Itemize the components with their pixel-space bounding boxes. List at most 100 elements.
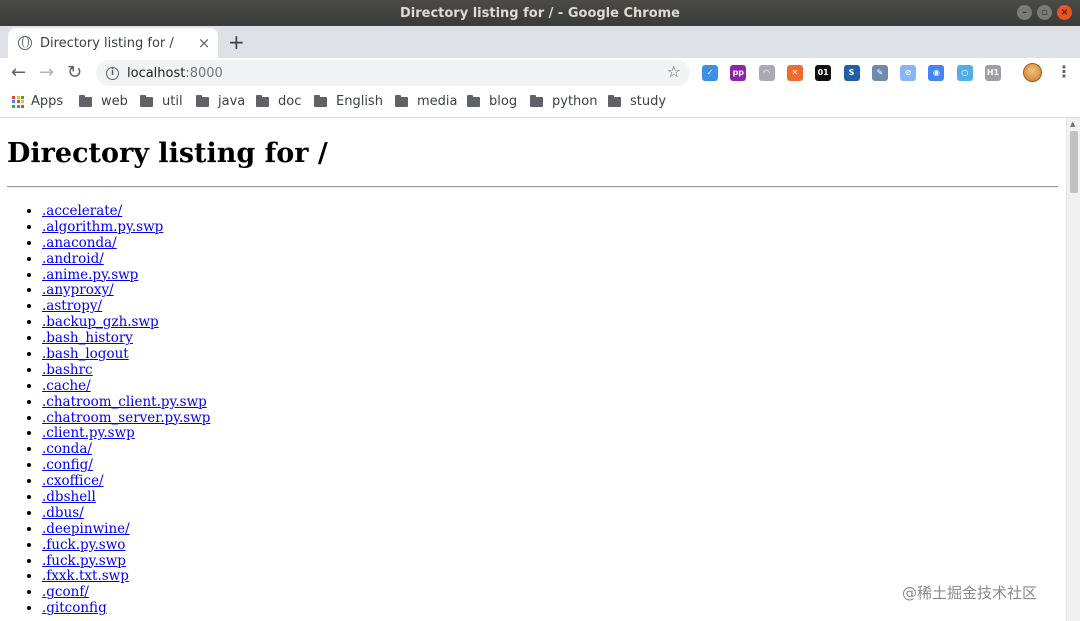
window-title: Directory listing for / - Google Chrome (399, 5, 680, 21)
globe-icon (18, 36, 32, 50)
directory-entry-link[interactable]: .dbus/ (42, 505, 84, 521)
bookmark-folder-doc[interactable]: doc (256, 94, 301, 109)
directory-entry-link[interactable]: .anaconda/ (42, 235, 117, 251)
window-titlebar: Directory listing for / - Google Chrome … (0, 0, 1080, 26)
folder-icon (314, 94, 327, 107)
chrome-ext-icon[interactable]: ◉ (928, 65, 945, 81)
menu-icon[interactable]: ⋮ (1056, 62, 1072, 81)
directory-entry-link[interactable]: .chatroom_client.py.swp (42, 394, 207, 410)
bookmark-label: Apps (31, 94, 64, 109)
bookmark-star-icon[interactable]: ☆ (667, 62, 681, 81)
list-item: .algorithm.py.swp (42, 219, 210, 236)
divider (7, 186, 1058, 188)
new-tab-button[interactable]: + (228, 30, 245, 54)
directory-entry-link[interactable]: .dbshell (42, 489, 96, 505)
directory-entry-link[interactable]: .bashrc (42, 362, 93, 378)
info-icon[interactable]: i (106, 66, 119, 80)
folder-icon (140, 94, 153, 107)
ring-ext-icon[interactable]: ○ (956, 65, 973, 81)
list-item: .backup_gzh.swp (42, 314, 210, 331)
directory-entry-link[interactable]: .bash_history (42, 330, 133, 346)
watermark: @稀土掘金技术社区 (902, 584, 1038, 602)
reload-button[interactable]: ↻ (67, 62, 82, 84)
directory-entry-link[interactable]: .conda/ (42, 441, 92, 457)
directory-entry-link[interactable]: .cache/ (42, 378, 91, 394)
tab-title: Directory listing for / (40, 35, 174, 51)
directory-entry-link[interactable]: .gconf/ (42, 584, 89, 600)
list-item: .fuck.py.swo (42, 537, 210, 554)
bookmark-label: English (336, 94, 383, 109)
directory-entry-link[interactable]: .cxoffice/ (42, 473, 104, 489)
list-item: .anime.py.swp (42, 267, 210, 284)
maximize-button[interactable]: ▫ (1037, 5, 1052, 20)
directory-entry-link[interactable]: .client.py.swp (42, 425, 135, 442)
h1-ext-icon[interactable]: H1 (985, 65, 1001, 81)
bookmark-folder-python[interactable]: python (530, 94, 597, 109)
binary-ext-icon[interactable]: 01 (815, 65, 832, 81)
list-item: .bashrc (42, 362, 210, 379)
list-item: .dbshell (42, 489, 210, 506)
list-item: .anaconda/ (42, 235, 210, 252)
directory-entry-link[interactable]: .gitconfig (42, 600, 107, 616)
list-item: .client.py.swp (42, 426, 210, 442)
profile-avatar[interactable] (1023, 63, 1042, 82)
doc-ext-icon[interactable]: ⊘ (900, 65, 917, 81)
directory-entry-link[interactable]: .android/ (42, 251, 104, 267)
orange-ext-icon[interactable]: ✕ (786, 65, 803, 81)
list-item: .config/ (42, 457, 210, 474)
translate-ext-icon[interactable]: ✎ (871, 65, 888, 81)
list-item: .conda/ (42, 441, 210, 458)
bookmark-folder-util[interactable]: util (140, 94, 183, 109)
directory-entry-link[interactable]: .algorithm.py.swp (42, 219, 163, 235)
folder-icon (530, 94, 543, 107)
paperplane-ext-icon[interactable]: ✓ (702, 65, 718, 81)
bookmark-label: doc (278, 94, 302, 109)
browser-toolbar: ← → ↻ i localhost:8000 ☆ ✓ pp ◠ ✕ 01 S ✎ ⊘ ◉ ○ H1 … (0, 58, 1080, 88)
scroll-up-arrow-icon[interactable]: ▲ (1070, 120, 1075, 128)
list-item: .dbus/ (42, 505, 210, 522)
directory-entry-link[interactable]: .bash_logout (42, 346, 129, 362)
minimize-button[interactable]: – (1017, 5, 1032, 20)
directory-entry-link[interactable]: .chatroom_server.py.swp (42, 410, 210, 426)
bookmark-folder-web[interactable]: web (79, 94, 128, 109)
bookmark-folder-java[interactable]: java (196, 94, 245, 109)
bookmark-apps[interactable]: Apps (12, 94, 63, 109)
window-controls: – ▫ × (1017, 5, 1072, 20)
bookmark-folder-media[interactable]: media (395, 94, 458, 109)
folder-icon (256, 94, 269, 107)
directory-entry-link[interactable]: .fxxk.txt.swp (42, 568, 129, 585)
vertical-scrollbar[interactable]: ▲ (1066, 118, 1080, 621)
directory-entry-link[interactable]: .accelerate/ (42, 203, 122, 219)
address-bar[interactable]: i localhost:8000 ☆ (96, 60, 690, 86)
close-tab-button[interactable]: × (194, 34, 214, 52)
s-ext-icon[interactable]: S (843, 65, 860, 81)
directory-entry-link[interactable]: .astropy/ (42, 298, 102, 314)
directory-entry-link[interactable]: .config/ (42, 457, 93, 473)
directory-entry-link[interactable]: .anime.py.swp (42, 267, 138, 283)
back-button[interactable]: ← (11, 62, 26, 84)
bookmark-folder-english[interactable]: English (314, 94, 383, 109)
directory-entry-link[interactable]: .anyproxy/ (42, 282, 114, 299)
scrollbar-thumb[interactable] (1070, 131, 1078, 193)
folder-icon (395, 94, 408, 107)
list-item: .deepinwine/ (42, 521, 210, 538)
list-item: .chatroom_client.py.swp (42, 394, 210, 411)
directory-entry-link[interactable]: .backup_gzh.swp (42, 314, 159, 330)
forward-button[interactable]: → (39, 62, 54, 84)
url-text[interactable]: localhost:8000 (127, 66, 223, 81)
list-item: .cxoffice/ (42, 473, 210, 490)
page-heading: Directory listing for / (7, 138, 328, 169)
directory-entry-link[interactable]: .fuck.py.swp (42, 553, 126, 569)
bookmark-label: java (218, 94, 246, 109)
directory-entry-link[interactable]: .deepinwine/ (42, 521, 130, 537)
bookmark-folder-blog[interactable]: blog (467, 94, 517, 109)
bookmark-folder-study[interactable]: study (608, 94, 666, 109)
tab-directory-listing[interactable]: Directory listing for / × (8, 28, 218, 58)
list-item: .anyproxy/ (42, 283, 210, 299)
directory-entry-link[interactable]: .fuck.py.swo (42, 537, 125, 553)
list-item: .gitconfig (42, 600, 210, 617)
ghost-ext-icon[interactable]: ◠ (758, 65, 775, 81)
purple-ext-icon[interactable]: pp (730, 65, 747, 81)
bookmark-label: study (630, 94, 667, 109)
close-window-button[interactable]: × (1057, 5, 1072, 20)
